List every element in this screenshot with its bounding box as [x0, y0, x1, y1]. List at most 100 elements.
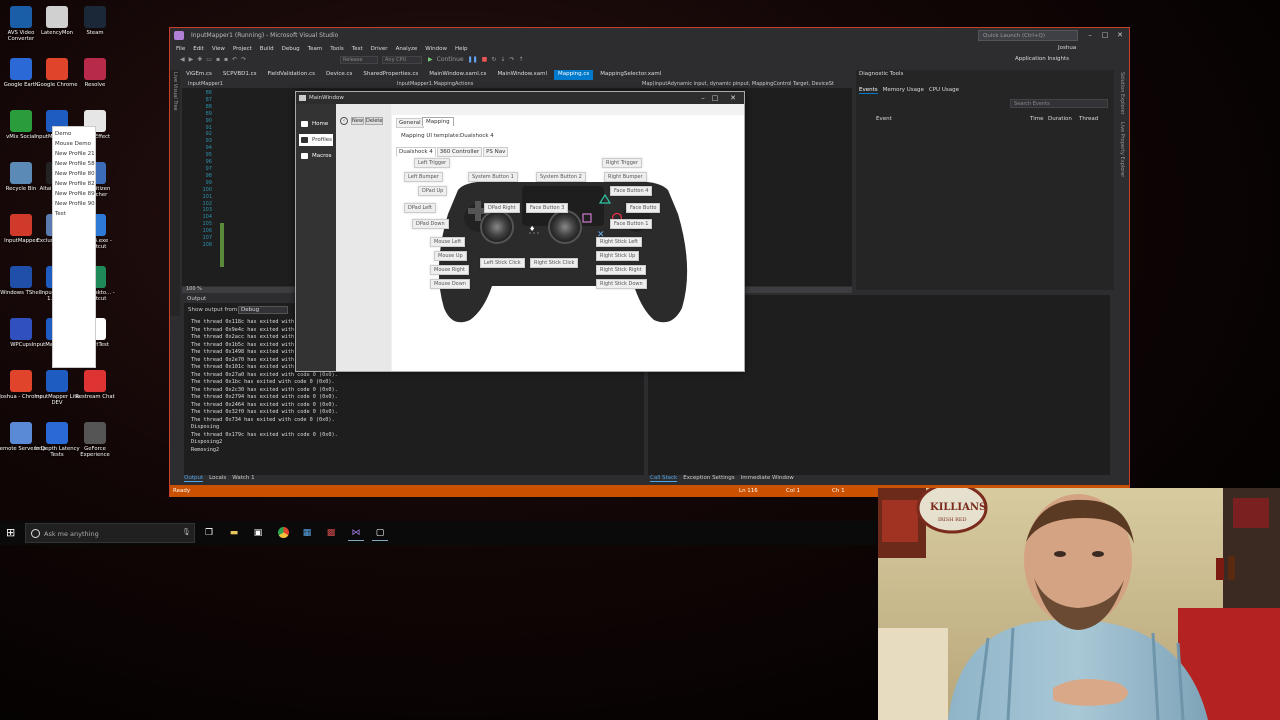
new-item-icon[interactable]: ✚	[197, 56, 202, 63]
menu-debug[interactable]: Debug	[282, 46, 300, 52]
step-out-icon[interactable]: ↑	[518, 56, 523, 63]
windows-start-icon[interactable]: ⊞	[6, 527, 18, 539]
minimize-icon[interactable]: –	[1084, 30, 1096, 41]
desktop-shortcut[interactable]: Steam	[69, 6, 121, 58]
col-duration[interactable]: Duration	[1048, 116, 1072, 122]
chrome-icon[interactable]	[275, 525, 291, 541]
mapping-left-bumper-button[interactable]: Left Bumper	[404, 172, 443, 182]
bottom-tab[interactable]: Output	[184, 475, 204, 482]
document-tab[interactable]: SharedProperties.cs	[359, 70, 422, 80]
profile-item[interactable]: Mouse Demo	[55, 141, 91, 147]
step-into-icon[interactable]: ↓	[500, 56, 505, 63]
col-event[interactable]: Event	[876, 116, 892, 122]
bottom-tab[interactable]: Call Stack	[650, 475, 678, 482]
document-tab[interactable]: MappingSelector.xaml	[596, 70, 665, 80]
mapping-right-trigger-button[interactable]: Right Trigger	[602, 158, 642, 168]
store-icon[interactable]: ▣	[250, 525, 266, 541]
mapping-right-stick-left-button[interactable]: Right Stick Left	[596, 237, 642, 247]
mw-minimize-icon[interactable]: –	[698, 93, 708, 103]
profile-item[interactable]: New Profile 90	[55, 201, 95, 207]
output-source-select[interactable]: Debug	[238, 306, 288, 314]
mapping-dpad-left-button[interactable]: DPad Left	[404, 203, 436, 213]
desktop-shortcut[interactable]: Restream Chat	[69, 370, 121, 422]
bottom-tab[interactable]: Watch 1	[232, 475, 254, 481]
file-explorer-icon[interactable]: ▬	[226, 525, 242, 541]
tab-mapping[interactable]: Mapping	[422, 117, 454, 126]
vs-blend-icon[interactable]: ▦	[299, 525, 315, 541]
mw-close-icon[interactable]: ✕	[728, 93, 738, 103]
vs-icon[interactable]: ⋈	[348, 525, 364, 541]
menu-test[interactable]: Test	[352, 46, 363, 52]
visual-studio-icon[interactable]: ▩	[323, 525, 339, 541]
col-time[interactable]: Time	[1030, 116, 1043, 122]
mapping-left-stick-click-button[interactable]: Left Stick Click	[480, 258, 525, 268]
mapping-dpad-down-button[interactable]: DPad Down	[412, 219, 449, 229]
nav-method[interactable]: Map(inputAdynamic input, dynamic pinput,…	[642, 81, 834, 87]
menu-help[interactable]: Help	[455, 46, 468, 52]
mapping-right-stick-up-button[interactable]: Right Stick Up	[596, 251, 640, 261]
mapping-mouse-down-button[interactable]: Mouse Down	[430, 279, 470, 289]
mapping-right-stick-click-button[interactable]: Right Stick Click	[530, 258, 579, 268]
mapping-face-button-1-button[interactable]: Face Button 1	[610, 219, 653, 229]
mapping-system-button-2-button[interactable]: System Button 2	[536, 172, 586, 182]
menu-analyze[interactable]: Analyze	[396, 46, 418, 52]
tab-general[interactable]: General	[396, 118, 424, 128]
mapping-dpad-up-button[interactable]: DPad Up	[418, 186, 448, 196]
menu-team[interactable]: Team	[308, 46, 323, 52]
redo-icon[interactable]: ↷	[241, 56, 246, 63]
menu-driver[interactable]: Driver	[371, 46, 388, 52]
search-events-input[interactable]: Search Events	[1010, 99, 1108, 108]
save-all-icon[interactable]: ▪	[224, 56, 228, 63]
document-tab[interactable]: SCPVBD1.cs	[219, 70, 261, 80]
bottom-tab[interactable]: Immediate Window	[741, 475, 794, 481]
restart-icon[interactable]: ↻	[491, 56, 496, 63]
mapping-face-button-4-button[interactable]: Face Button 4	[610, 186, 653, 196]
quick-launch-input[interactable]: Quick Launch (Ctrl+Q)	[978, 30, 1078, 41]
solution-config-select[interactable]: Release	[340, 56, 378, 64]
profile-item[interactable]: Demo	[55, 131, 71, 137]
live-property-explorer-tab[interactable]: Live Property Explorer	[1119, 122, 1125, 177]
undo-icon[interactable]: ↶	[232, 56, 237, 63]
mapping-mouse-up-button[interactable]: Mouse Up	[434, 251, 467, 261]
nav-project[interactable]: InputMapper1	[188, 81, 223, 87]
bottom-tab[interactable]: Locals	[209, 475, 226, 481]
play-icon[interactable]: ▶	[428, 56, 433, 63]
menu-view[interactable]: View	[212, 46, 225, 52]
template-select[interactable]: Dualshock 4	[460, 133, 494, 139]
nav-profiles[interactable]: Profiles	[299, 134, 333, 146]
controller-tab[interactable]: Dualshock 4	[396, 147, 436, 157]
user-name[interactable]: Joshua	[1058, 45, 1076, 51]
controller-tab[interactable]: 360 Controller	[436, 147, 483, 157]
mapping-mouse-right-button[interactable]: Mouse Right	[430, 265, 469, 275]
right-stick[interactable]	[548, 210, 582, 244]
diagnostic-tab[interactable]: Memory Usage	[883, 87, 924, 93]
mapping-dpad-right-button[interactable]: DPad Right	[484, 203, 520, 213]
controller-tab[interactable]: PS Nav	[483, 147, 509, 157]
cortana-search[interactable]: Ask me anything 🎙︎	[25, 523, 195, 543]
menu-tools[interactable]: Tools	[330, 46, 344, 52]
profile-item[interactable]: New Profile 21	[55, 151, 95, 157]
profile-item[interactable]: New Profile 80	[55, 171, 95, 177]
task-view-icon[interactable]: ❐	[201, 525, 217, 541]
new-profile-button[interactable]: New	[351, 117, 364, 125]
live-visual-tree-label[interactable]: Live Visual Tree	[172, 72, 178, 111]
mapping-right-stick-right-button[interactable]: Right Stick Right	[596, 265, 646, 275]
document-tab[interactable]: Mapping.cs	[554, 70, 594, 80]
diagnostic-tab[interactable]: CPU Usage	[929, 87, 959, 93]
app-window-icon[interactable]: ▢	[372, 525, 388, 541]
solution-explorer-tab[interactable]: Solution Explorer	[1119, 72, 1125, 115]
application-insights-button[interactable]: Application Insights	[1015, 56, 1069, 62]
left-stick[interactable]	[480, 210, 514, 244]
open-icon[interactable]: ▭	[206, 56, 212, 63]
save-icon[interactable]: ▪	[216, 56, 220, 63]
menu-file[interactable]: File	[176, 46, 185, 52]
profile-item[interactable]: Test	[55, 211, 66, 217]
microphone-icon[interactable]: 🎙︎	[182, 528, 191, 536]
nav-macros[interactable]: Macros	[299, 150, 333, 162]
back-button[interactable]: ‹	[340, 117, 348, 125]
mapping-mouse-left-button[interactable]: Mouse Left	[430, 237, 466, 247]
desktop-shortcut[interactable]: Resolve	[69, 58, 121, 110]
mapping-system-button-1-button[interactable]: System Button 1	[468, 172, 518, 182]
document-tab[interactable]: Device.cs	[322, 70, 356, 80]
bottom-tab[interactable]: Exception Settings	[683, 475, 734, 481]
